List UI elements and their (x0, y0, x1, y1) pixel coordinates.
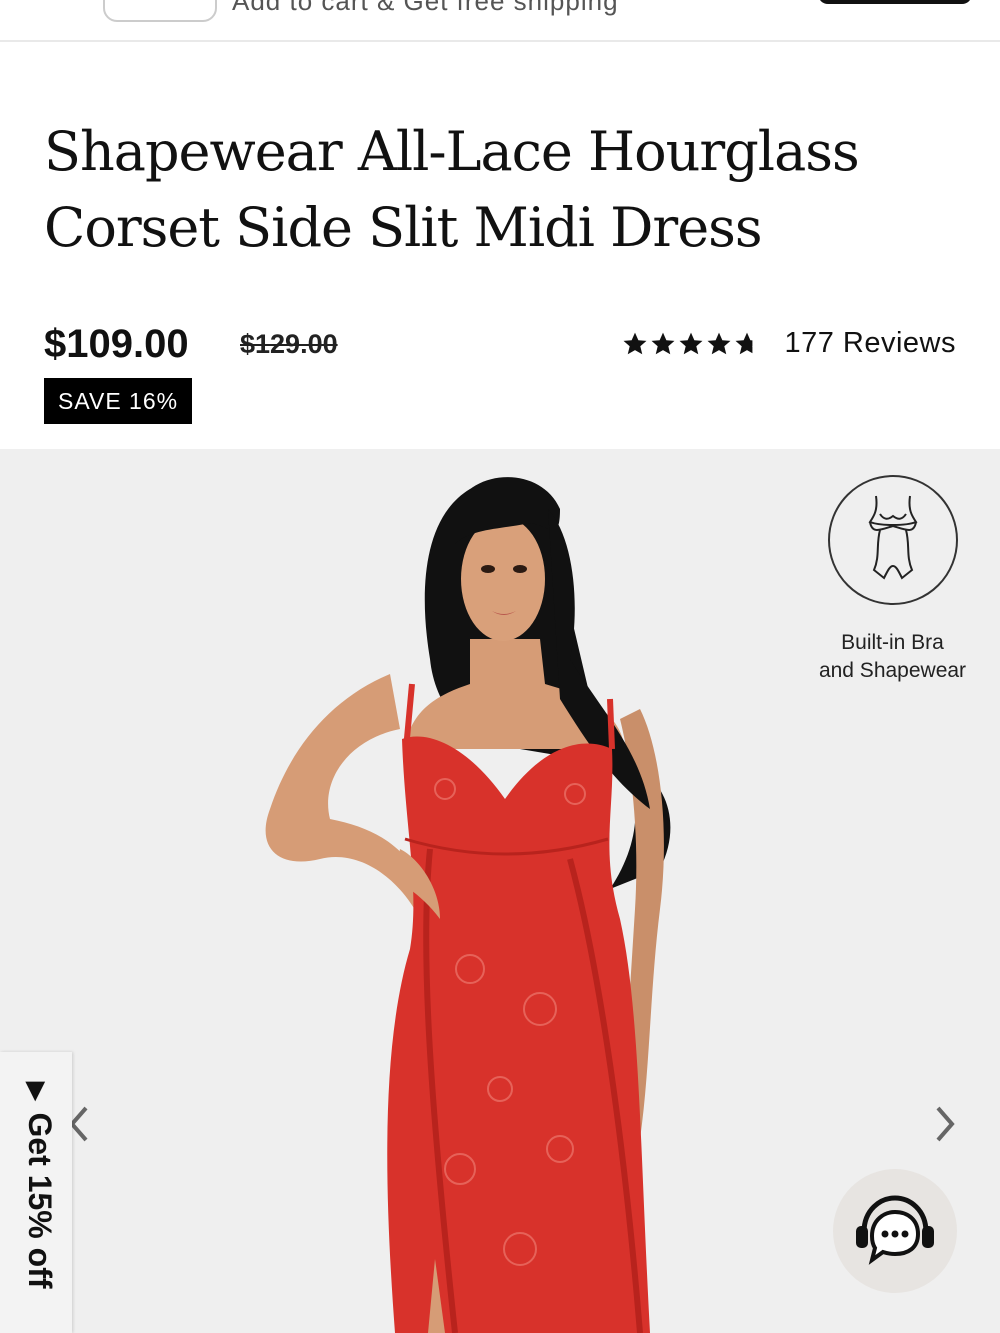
save-badge: SAVE 16% (44, 378, 193, 424)
top-header: Add to cart & Get free shipping (0, 0, 1000, 42)
star-icon (651, 332, 675, 354)
star-half-icon (735, 332, 753, 354)
star-icon (679, 332, 703, 354)
discount-side-tab[interactable]: ▶ Get 15% off (0, 1052, 72, 1333)
sale-price: $109.00 (44, 322, 189, 366)
feature-label-line2: and Shapewear (818, 659, 967, 682)
rating-summary[interactable]: 177 Reviews (622, 327, 956, 360)
header-cart-button[interactable] (818, 0, 972, 4)
star-rating (622, 331, 760, 357)
play-arrow-icon: ▶ (23, 1082, 50, 1101)
feature-label-line1: Built-in Bra (841, 631, 944, 654)
discount-tab-label: ▶ Get 15% off (21, 1082, 58, 1289)
feature-label: Built-in Bra and Shapewear (810, 629, 975, 685)
feature-icon-circle (827, 475, 958, 605)
header-promo-text: Add to cart & Get free shipping (232, 0, 619, 16)
discount-tab-text: Get 15% off (22, 1112, 58, 1289)
compare-price: $129.00 (240, 329, 338, 359)
live-chat-button[interactable] (833, 1169, 957, 1293)
bodysuit-icon (867, 495, 918, 580)
star-icon (707, 332, 731, 354)
chevron-right-icon (936, 1106, 955, 1142)
product-gallery[interactable]: Built-in Bra and Shapewear (0, 449, 1000, 1333)
reviews-link[interactable]: 177 Reviews (784, 327, 956, 360)
feature-badge: Built-in Bra and Shapewear (810, 475, 975, 685)
product-title: Shapewear All-Lace Hourglass Corset Side… (44, 120, 860, 259)
header-logo-box[interactable] (103, 0, 217, 22)
headset-chat-icon (856, 1195, 934, 1265)
star-icon (623, 332, 647, 354)
gallery-next-button[interactable] (926, 1099, 966, 1149)
